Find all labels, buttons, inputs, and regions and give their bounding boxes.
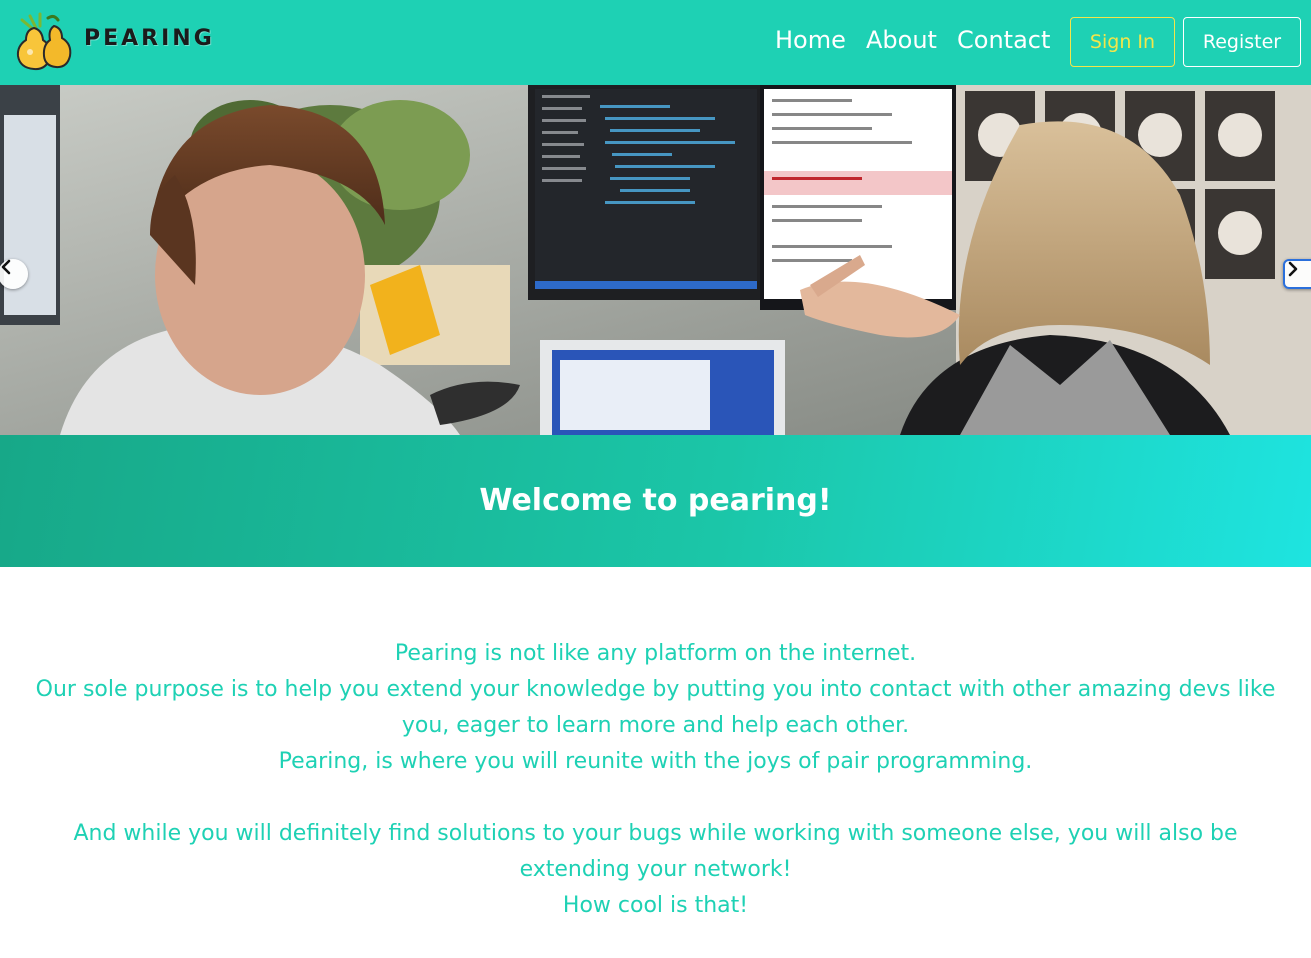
site-header: PEARING Home About Contact Sign In Regis… [0,0,1311,85]
welcome-title: Welcome to pearing! [479,483,832,518]
nav-contact-link[interactable]: Contact [957,26,1050,54]
hero-carousel [0,85,1311,435]
chevron-left-icon [1,259,11,275]
brand-name[interactable]: PEARING [84,26,215,51]
intro-line: Our sole purpose is to help you extend y… [35,677,1276,738]
intro-section: Pearing is not like any platform on the … [20,636,1291,924]
pear-icon[interactable] [12,12,76,72]
sign-in-button[interactable]: Sign In [1070,17,1175,67]
nav-home-link[interactable]: Home [775,26,846,54]
nav-about-link[interactable]: About [866,26,937,54]
intro-line: Pearing, is where you will reunite with … [278,749,1033,774]
chevron-right-icon [1288,261,1298,277]
intro-line: Pearing is not like any platform on the … [394,641,917,666]
intro-line: How cool is that! [562,893,749,918]
carousel-next-button[interactable] [1283,259,1311,289]
hero-photo [0,85,1311,435]
register-button[interactable]: Register [1183,17,1301,67]
welcome-banner: Welcome to pearing! [0,435,1311,567]
intro-line: And while you will definitely find solut… [73,821,1238,882]
